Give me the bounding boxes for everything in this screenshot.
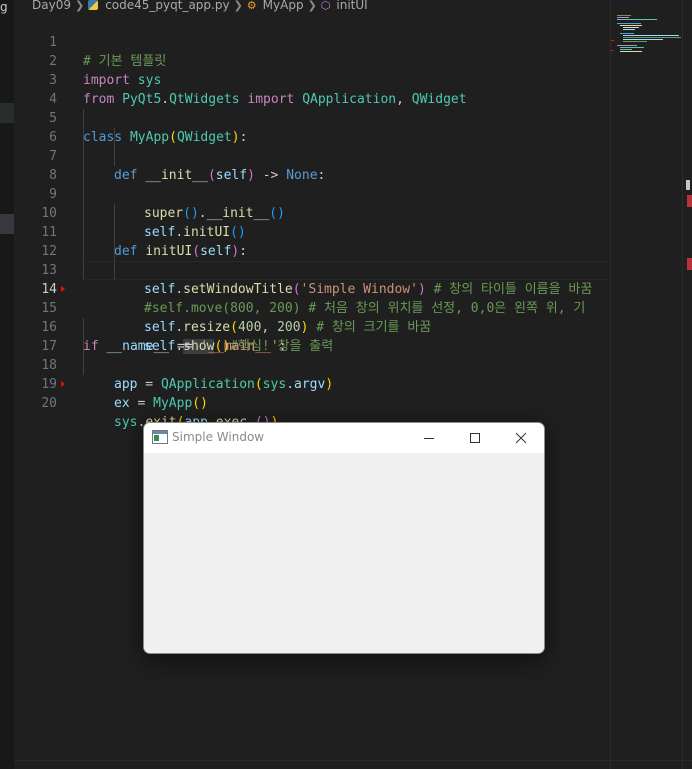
- cropped-left-text: g: [0, 0, 8, 14]
- minimap-line: [617, 19, 657, 20]
- scrollbar-error-marker: [687, 195, 692, 207]
- code-line[interactable]: 15: [14, 280, 610, 316]
- minimize-button[interactable]: [406, 423, 452, 453]
- code-line[interactable]: 3 from PyQt5.QtWidgets import QApplicati…: [14, 52, 610, 107]
- breadcrumb: Day09 ❯ code45_pyqt_app.py ❯ ⚙ MyApp ❯ ⬡…: [32, 0, 368, 13]
- token-operator: =: [129, 396, 154, 411]
- code-line[interactable]: 19 sys.exit(app.exec_()): [14, 356, 610, 430]
- activity-bar-item-active[interactable]: [0, 214, 14, 234]
- chevron-right-icon: ❯: [307, 0, 317, 12]
- python-file-icon: [88, 0, 99, 10]
- indent-guide: [83, 147, 84, 166]
- chevron-right-icon: ❯: [233, 0, 243, 12]
- close-button[interactable]: [498, 423, 544, 453]
- minimap-line: [617, 17, 629, 18]
- window-app-icon: [152, 430, 168, 444]
- minimap-line: [617, 23, 641, 24]
- token-class: MyApp: [153, 396, 193, 411]
- code-line[interactable]: 8 self.initUI(): [14, 147, 610, 240]
- code-line[interactable]: 11 self.setWindowTitle('Simple Window') …: [14, 204, 610, 297]
- code-line[interactable]: 18 ex = MyApp(): [14, 337, 610, 411]
- scrollbar-error-marker: [687, 258, 692, 270]
- indent-guide: [83, 109, 84, 128]
- breadcrumb-file[interactable]: code45_pyqt_app.py: [105, 0, 229, 12]
- activity-bar-item[interactable]: [0, 103, 14, 123]
- code-line[interactable]: 4: [14, 71, 610, 107]
- line-number: 20: [41, 396, 57, 411]
- minimap-line: [623, 27, 639, 28]
- window-client-area[interactable]: [144, 453, 544, 653]
- minimap-line: [617, 45, 637, 46]
- simple-window[interactable]: Simple Window: [143, 422, 545, 654]
- code-line[interactable]: 2 import sys: [14, 33, 610, 88]
- code-line[interactable]: 5 class MyApp(QWidget):: [14, 90, 610, 145]
- minimap-error-marker: [611, 40, 614, 41]
- indent-guide: [83, 356, 84, 375]
- indent-guide: [83, 242, 84, 261]
- minimap-line: [620, 47, 644, 48]
- code-line[interactable]: 13 self.resize(400, 200) # 창의 크기를 바꿈: [14, 242, 610, 335]
- window-title: Simple Window: [172, 430, 265, 444]
- maximize-button[interactable]: [452, 423, 498, 453]
- vertical-scrollbar[interactable]: [682, 0, 692, 769]
- minimap-line: [620, 33, 634, 34]
- minimap-line: [620, 51, 642, 52]
- indent-guide: [83, 261, 84, 280]
- breadcrumb-method[interactable]: initUI: [336, 0, 367, 12]
- breadcrumb-folder[interactable]: Day09: [32, 0, 71, 12]
- minimap-line: [620, 49, 632, 50]
- minimap-error-marker: [611, 50, 614, 51]
- code-line[interactable]: 17 app = QApplication(sys.argv): [14, 318, 610, 392]
- code-line[interactable]: 9: [14, 166, 610, 202]
- activity-bar: [0, 0, 14, 769]
- indent-guide: [83, 223, 84, 242]
- minimize-icon: [424, 438, 434, 439]
- minimap-line: [623, 35, 679, 36]
- code-line[interactable]: 1 # 기본 템플릿: [14, 14, 610, 69]
- minimap-line: [623, 37, 681, 38]
- code-line[interactable]: 12 #self.move(800, 200) # 처음 창의 위치를 선정, …: [14, 223, 610, 316]
- minimap-line: [623, 41, 647, 42]
- chevron-right-icon: ❯: [74, 0, 85, 12]
- breakpoint-marker-icon[interactable]: [61, 286, 65, 292]
- indent-guide: [114, 128, 115, 147]
- indent-guide: [114, 147, 115, 166]
- token-punct: (): [192, 396, 208, 411]
- code-line[interactable]: 16 if __name__ == '__main__':: [14, 299, 610, 354]
- close-icon: [515, 432, 527, 444]
- indent-guide: [114, 261, 115, 280]
- minimap[interactable]: [610, 0, 683, 769]
- code-line[interactable]: 7 super().__init__(): [14, 128, 610, 221]
- scrollbar-cursor-marker: [686, 180, 690, 190]
- minimap-line: [623, 39, 663, 40]
- breadcrumb-class[interactable]: MyApp: [263, 0, 304, 12]
- breakpoint-marker-icon[interactable]: [61, 381, 65, 387]
- token-variable: ex: [114, 396, 130, 411]
- method-symbol-icon: ⬡: [320, 0, 331, 12]
- token-module: sys: [114, 415, 138, 430]
- code-line-current[interactable]: 14 self.show()#핵심! 창을 출력: [14, 261, 610, 354]
- minimap-line: [617, 15, 631, 16]
- indent-guide: [83, 185, 84, 204]
- indent-guide: [114, 223, 115, 242]
- indent-guide: [83, 204, 84, 223]
- code-line[interactable]: 10 def initUI(self):: [14, 185, 610, 259]
- code-lines[interactable]: 1 # 기본 템플릿 2 import sys 3 from PyQt5.QtW…: [14, 14, 610, 430]
- indent-guide: [83, 318, 84, 337]
- maximize-icon: [470, 433, 480, 443]
- indent-guide: [83, 166, 84, 185]
- indent-guide: [114, 204, 115, 223]
- indent-guide: [83, 337, 84, 356]
- minimap-line: [623, 29, 635, 30]
- code-line[interactable]: 20: [14, 375, 610, 411]
- minimap-line: [620, 25, 642, 26]
- code-line[interactable]: 6 def __init__(self) -> None:: [14, 109, 610, 183]
- class-symbol-icon: ⚙: [246, 0, 257, 12]
- indent-guide: [114, 242, 115, 261]
- panel-divider: [14, 760, 692, 761]
- window-titlebar[interactable]: Simple Window: [144, 423, 544, 453]
- indent-guide: [83, 128, 84, 147]
- line-content[interactable]: ex = MyApp(): [114, 394, 208, 413]
